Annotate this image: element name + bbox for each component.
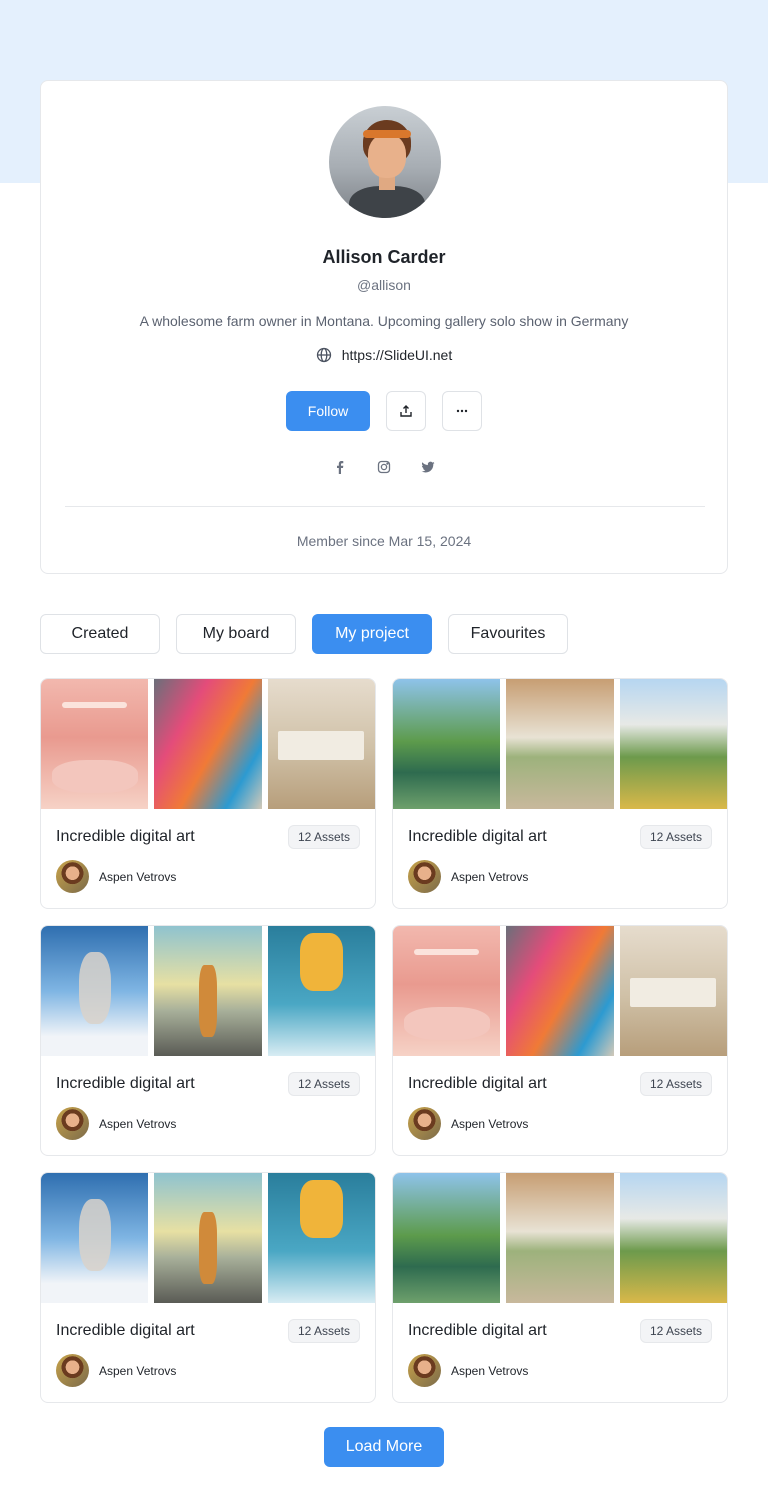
author-name: Aspen Vetrovs	[99, 1363, 177, 1378]
project-card[interactable]: Incredible digital art 12 Assets Aspen V…	[40, 925, 376, 1156]
project-image	[393, 1173, 501, 1303]
member-since: Member since Mar 15, 2024	[296, 533, 472, 549]
more-icon	[456, 409, 468, 413]
tab-my-board[interactable]: My board	[176, 614, 296, 654]
project-image	[267, 679, 375, 809]
project-title: Incredible digital art	[56, 828, 195, 845]
twitter-icon[interactable]	[420, 459, 436, 475]
assets-badge: 12 Assets	[287, 1072, 360, 1096]
project-thumbnails	[41, 1173, 375, 1303]
project-card[interactable]: Incredible digital art 12 Assets Aspen V…	[392, 925, 728, 1156]
assets-badge: 12 Assets	[287, 1319, 360, 1343]
project-author: Aspen Vetrovs	[56, 860, 176, 893]
project-author: Aspen Vetrovs	[408, 860, 528, 893]
project-image	[506, 679, 614, 809]
tab-created[interactable]: Created	[40, 614, 160, 654]
project-card[interactable]: Incredible digital art 12 Assets Aspen V…	[40, 1172, 376, 1403]
project-author: Aspen Vetrovs	[408, 1107, 528, 1140]
profile-avatar	[327, 104, 443, 220]
project-grid: Incredible digital art 12 Assets Aspen V…	[40, 678, 728, 1403]
more-button[interactable]	[442, 391, 482, 431]
author-avatar	[408, 860, 441, 893]
divider	[65, 506, 705, 507]
load-more-button[interactable]: Load More	[324, 1427, 444, 1467]
project-title: Incredible digital art	[408, 828, 547, 845]
author-avatar	[56, 1107, 89, 1140]
project-card[interactable]: Incredible digital art 12 Assets Aspen V…	[40, 678, 376, 909]
assets-badge: 12 Assets	[639, 1072, 712, 1096]
author-name: Aspen Vetrovs	[451, 1116, 529, 1131]
project-thumbnails	[393, 926, 727, 1056]
author-name: Aspen Vetrovs	[99, 1116, 177, 1131]
tab-favourites[interactable]: Favourites	[448, 614, 568, 654]
project-image	[41, 679, 149, 809]
project-image	[41, 926, 149, 1056]
project-image	[154, 679, 262, 809]
social-links	[41, 459, 727, 475]
website-link[interactable]: https://SlideUI.net	[41, 347, 727, 363]
project-image	[506, 1173, 614, 1303]
profile-name: Allison Carder	[322, 247, 446, 267]
project-image	[154, 926, 262, 1056]
project-thumbnails	[41, 679, 375, 809]
project-thumbnails	[393, 679, 727, 809]
project-author: Aspen Vetrovs	[56, 1354, 176, 1387]
follow-button[interactable]: Follow	[286, 391, 370, 431]
share-icon	[400, 405, 412, 417]
project-card[interactable]: Incredible digital art 12 Assets Aspen V…	[392, 1172, 728, 1403]
author-name: Aspen Vetrovs	[451, 1363, 529, 1378]
profile-card: Allison Carder @allison A wholesome farm…	[40, 80, 728, 574]
profile-bio: A wholesome farm owner in Montana. Upcom…	[139, 313, 629, 329]
author-avatar	[408, 1354, 441, 1387]
project-image	[619, 679, 727, 809]
author-avatar	[56, 1354, 89, 1387]
project-image	[506, 926, 614, 1056]
project-image	[267, 926, 375, 1056]
project-thumbnails	[41, 926, 375, 1056]
project-image	[619, 926, 727, 1056]
author-avatar	[56, 860, 89, 893]
profile-handle: @allison	[357, 277, 411, 293]
globe-icon	[316, 347, 331, 363]
project-title: Incredible digital art	[56, 1075, 195, 1092]
author-name: Aspen Vetrovs	[99, 869, 177, 884]
project-title: Incredible digital art	[56, 1322, 195, 1339]
project-image	[619, 1173, 727, 1303]
assets-badge: 12 Assets	[639, 825, 712, 849]
project-image	[41, 1173, 149, 1303]
facebook-icon[interactable]	[332, 459, 348, 475]
tab-bar: Created My board My project Favourites	[40, 614, 568, 654]
project-image	[267, 1173, 375, 1303]
author-avatar	[408, 1107, 441, 1140]
project-author: Aspen Vetrovs	[408, 1354, 528, 1387]
website-url: https://SlideUI.net	[341, 347, 453, 363]
project-card[interactable]: Incredible digital art 12 Assets Aspen V…	[392, 678, 728, 909]
project-author: Aspen Vetrovs	[56, 1107, 176, 1140]
author-name: Aspen Vetrovs	[451, 869, 529, 884]
project-image	[154, 1173, 262, 1303]
project-title: Incredible digital art	[408, 1075, 547, 1092]
instagram-icon[interactable]	[376, 459, 392, 475]
project-title: Incredible digital art	[408, 1322, 547, 1339]
share-button[interactable]	[386, 391, 426, 431]
project-image	[393, 679, 501, 809]
project-image	[393, 926, 501, 1056]
assets-badge: 12 Assets	[639, 1319, 712, 1343]
project-thumbnails	[393, 1173, 727, 1303]
assets-badge: 12 Assets	[287, 825, 360, 849]
tab-my-project[interactable]: My project	[312, 614, 432, 654]
profile-actions: Follow	[41, 391, 727, 431]
